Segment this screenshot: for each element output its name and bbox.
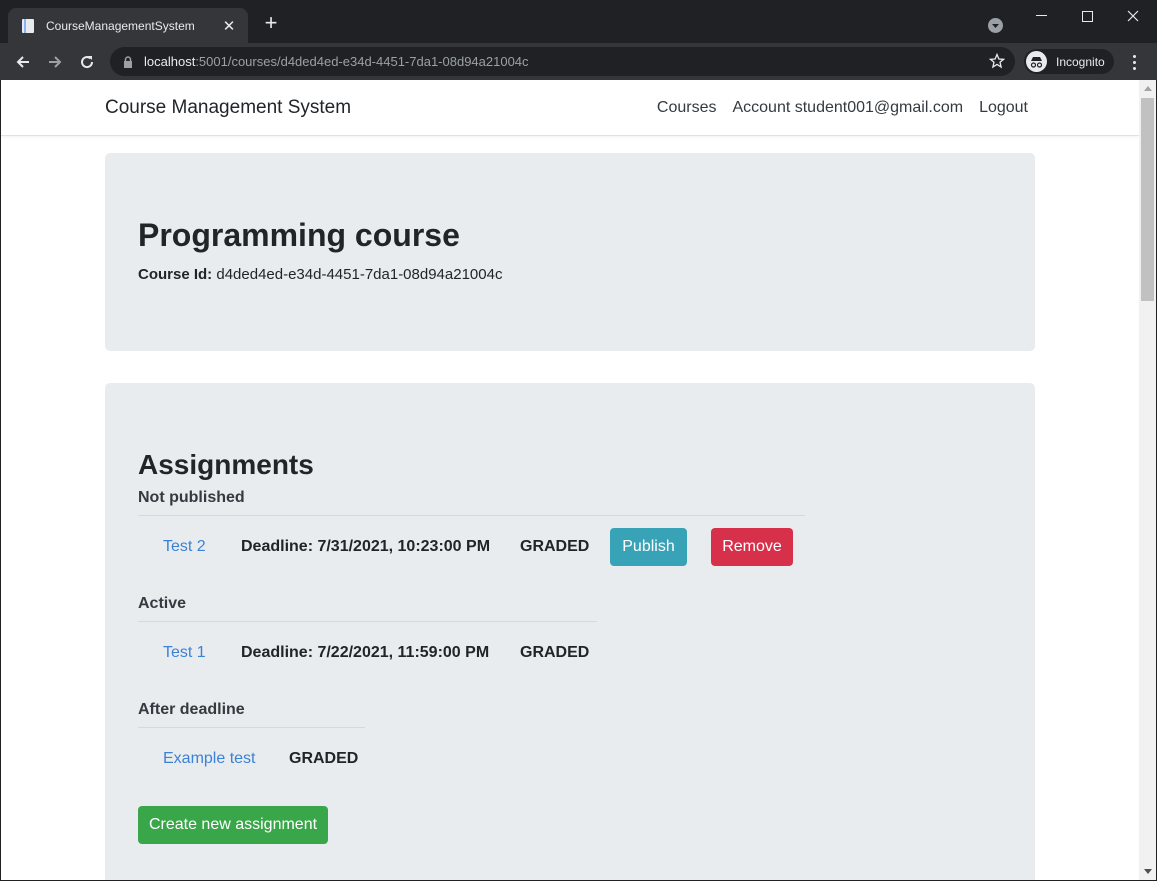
browser-tab[interactable]: CourseManagementSystem ✕: [8, 8, 248, 43]
section-after-deadline: After deadline: [138, 701, 245, 718]
url-host: localhost: [144, 54, 196, 69]
back-arrow-icon[interactable]: [12, 51, 34, 73]
create-assignment-button[interactable]: Create new assignment: [138, 806, 328, 844]
assignment-link[interactable]: Example test: [163, 750, 289, 768]
close-window-icon[interactable]: [1122, 6, 1144, 26]
assignment-status: GRADED: [520, 644, 590, 661]
course-id: Course Id: d4ded4ed-e34d-4451-7da1-08d94…: [138, 266, 502, 283]
reload-icon[interactable]: [76, 51, 98, 73]
browser-menu-icon[interactable]: [1126, 51, 1142, 73]
assignment-status: GRADED: [520, 538, 590, 555]
assignments-panel: Assignments Not published Test 2 Deadlin…: [105, 383, 1035, 880]
tab-title: CourseManagementSystem: [46, 18, 195, 33]
assignments-title: Assignments: [138, 449, 314, 480]
browser-tabstrip: CourseManagementSystem ✕ +: [0, 0, 1157, 43]
site-navbar: Course Management System Courses Account…: [1, 80, 1139, 136]
page-viewport: Course Management System Courses Account…: [1, 80, 1139, 880]
nav-logout-link[interactable]: Logout: [979, 99, 1028, 117]
nav-courses-link[interactable]: Courses: [657, 99, 717, 117]
course-title: Programming course: [138, 217, 460, 253]
section-active: Active: [138, 595, 187, 612]
course-header-panel: Programming course Course Id: d4ded4ed-e…: [105, 153, 1035, 351]
bookmark-star-icon[interactable]: [988, 52, 1006, 69]
incognito-indicator[interactable]: Incognito: [1024, 49, 1114, 74]
course-id-value: d4ded4ed-e34d-4451-7da1-08d94a21004c: [216, 266, 503, 283]
assignment-link[interactable]: Test 2: [163, 538, 241, 556]
browser-toolbar: localhost:5001/courses/d4ded4ed-e34d-445…: [0, 43, 1157, 80]
scrollbar-thumb[interactable]: [1141, 98, 1154, 301]
tab-search-icon[interactable]: [988, 18, 1003, 33]
section-divider: [138, 621, 597, 622]
assignment-link[interactable]: Test 1: [163, 644, 241, 662]
assignment-row: Example test GRADED: [163, 740, 358, 778]
site-brand[interactable]: Course Management System: [105, 97, 351, 119]
page-favicon-icon: [20, 18, 36, 34]
section-divider: [138, 727, 365, 728]
url-path: :5001/courses/d4ded4ed-e34d-4451-7da1-08…: [195, 54, 529, 69]
assignment-row: Test 1 Deadline: 7/22/2021, 11:59:00 PM …: [163, 634, 589, 672]
maximize-icon[interactable]: [1076, 6, 1098, 26]
assignment-status: GRADED: [289, 750, 359, 767]
remove-button[interactable]: Remove: [711, 528, 793, 566]
nav-account-link[interactable]: Account student001@gmail.com: [732, 99, 963, 117]
tab-close-icon[interactable]: ✕: [220, 17, 238, 35]
section-divider: [138, 515, 805, 516]
assignment-deadline: Deadline: 7/22/2021, 11:59:00 PM: [241, 644, 490, 661]
page-scrollbar[interactable]: [1139, 80, 1156, 880]
incognito-icon: [1026, 51, 1047, 72]
incognito-label: Incognito: [1056, 54, 1105, 69]
lock-icon[interactable]: [122, 55, 134, 69]
new-tab-icon[interactable]: +: [261, 12, 281, 34]
nav-links: Courses Account student001@gmail.com Log…: [657, 99, 1028, 117]
minimize-icon[interactable]: [1030, 6, 1052, 26]
course-id-label: Course Id:: [138, 266, 213, 283]
scroll-down-arrow-icon[interactable]: [1139, 863, 1156, 880]
section-not-published: Not published: [138, 489, 245, 506]
address-bar[interactable]: localhost:5001/courses/d4ded4ed-e34d-445…: [110, 47, 1015, 76]
scroll-up-arrow-icon[interactable]: [1139, 80, 1156, 97]
assignment-deadline: Deadline: 7/31/2021, 10:23:00 PM: [241, 538, 491, 555]
assignment-row: Test 2 Deadline: 7/31/2021, 10:23:00 PM …: [163, 528, 793, 566]
forward-arrow-icon[interactable]: [44, 51, 66, 73]
publish-button[interactable]: Publish: [610, 528, 687, 566]
